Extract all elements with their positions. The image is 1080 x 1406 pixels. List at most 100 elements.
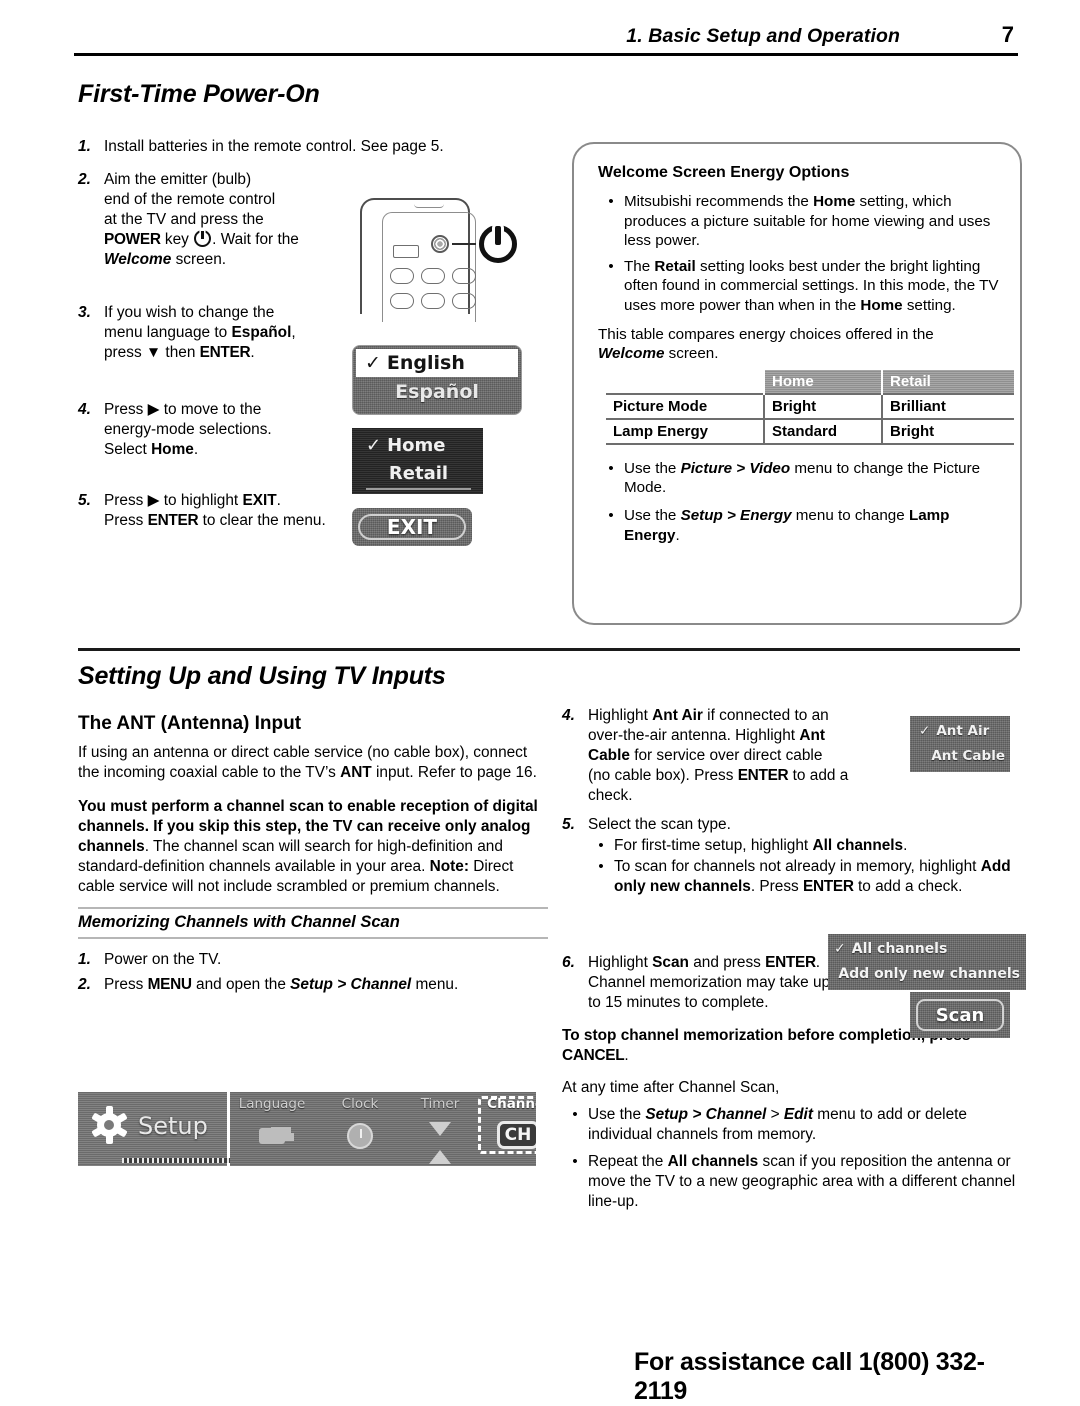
remote-key-round	[421, 293, 445, 309]
scan-type-menu-screenshot[interactable]: ✓ All channels Add only new channels	[828, 934, 1026, 990]
list-item: 1. Power on the TV.	[78, 950, 548, 970]
check-icon: ✓	[365, 352, 381, 374]
remote-key-rectangular	[393, 245, 419, 258]
step-number: 6.	[562, 954, 575, 972]
energy-comparison-table: Home Retail Picture Mode Bright Brillian…	[606, 369, 1014, 445]
check-icon: ✓	[834, 941, 846, 957]
power-icon	[194, 230, 212, 248]
section-title-first-time-power-on: First-Time Power-On	[78, 80, 320, 108]
language-menu-screenshot[interactable]: ✓ English Español	[352, 345, 522, 415]
power-icon	[476, 222, 520, 266]
section-title-setting-up-tv-inputs: Setting Up and Using TV Inputs	[78, 662, 446, 690]
setup-menu-item-timer[interactable]: Timer	[398, 1096, 482, 1164]
callout-leader-line	[452, 243, 476, 245]
step-number: 4.	[78, 401, 91, 419]
step-number: 3.	[78, 304, 91, 322]
bullet-icon: •	[608, 193, 614, 210]
language-option[interactable]: Español	[357, 376, 517, 406]
setup-menu-screenshot[interactable]: Setup Language Clock Timer Channel CH	[78, 1092, 536, 1166]
step-text: Install batteries in the remote control.…	[104, 138, 444, 155]
language-option-label: English	[386, 352, 465, 374]
antenna-option-label: Ant Air	[936, 723, 990, 739]
table-row: Picture Mode Bright Brilliant	[606, 392, 1014, 419]
setup-menu-title-panel: Setup	[78, 1092, 230, 1166]
energy-option-selected[interactable]: ✓ Home	[360, 432, 477, 460]
energy-box-tail-bullets: • Use the Picture > Video menu to change…	[598, 459, 1000, 545]
bullet-text: Use the Setup > Channel > Edit menu to a…	[588, 1106, 967, 1144]
setup-menu-item-channel[interactable]: Channel CH	[478, 1096, 536, 1154]
remote-key-round	[390, 268, 414, 284]
scan-button-label: Scan	[916, 999, 1004, 1031]
list-item: • Repeat the All channels scan if you re…	[562, 1152, 1024, 1212]
channel-scan-warning: You must perform a channel scan to enabl…	[78, 798, 538, 896]
check-icon: ✓	[366, 435, 382, 456]
bullet-icon: •	[608, 257, 614, 275]
bullet-icon: •	[572, 1153, 578, 1171]
clock-icon	[318, 1120, 402, 1154]
bullet-text: Repeat the All channels scan if you repo…	[588, 1153, 1016, 1211]
step-text: Press MENU and open the Setup > Channel …	[104, 976, 459, 994]
step-number: 2.	[78, 171, 91, 189]
step-text: Select the scan type.	[588, 816, 731, 834]
bullet-icon: •	[608, 459, 614, 477]
setup-menu-item-language[interactable]: Language	[226, 1096, 318, 1154]
subheading-ant-input: The ANT (Antenna) Input	[78, 713, 302, 734]
menu-item-label: Language	[238, 1096, 306, 1112]
step-number: 1.	[78, 138, 91, 155]
scan-type-option-selected[interactable]: ✓ All channels	[832, 937, 1022, 962]
table-header-cell: Home	[763, 369, 882, 394]
list-item: • To scan for channels not already in me…	[588, 857, 1024, 897]
table-cell: Bright	[763, 392, 882, 419]
table-cell: Picture Mode	[606, 392, 764, 419]
energy-mode-menu-screenshot[interactable]: ✓ Home Retail	[352, 428, 483, 494]
bullet-text: For first-time setup, highlight All chan…	[614, 837, 908, 855]
setup-menu-title: Setup	[138, 1112, 208, 1140]
bullet-text: Use the Picture > Video menu to change t…	[624, 459, 981, 497]
document-page: 1. Basic Setup and Operation 7 First-Tim…	[0, 0, 1080, 1405]
language-option-selected[interactable]: ✓ English	[357, 350, 517, 376]
bullet-icon: •	[598, 858, 604, 876]
list-item: 5. Select the scan type.	[562, 815, 1024, 835]
menu-item-label: Clock	[341, 1096, 379, 1112]
memorizing-channels-heading: Memorizing Channels with Channel Scan	[78, 913, 400, 932]
remote-key-round	[452, 268, 476, 284]
selection-highlight	[478, 1096, 536, 1154]
step-number: 1.	[78, 951, 91, 969]
energy-box-intro: This table compares energy choices offer…	[598, 325, 934, 363]
welcome-screen-energy-options-box: Welcome Screen Energy Options • Mitsubis…	[572, 142, 1022, 625]
scan-button-screenshot[interactable]: Scan	[910, 992, 1010, 1038]
step-number: 5.	[562, 816, 575, 834]
energy-box-bullets: • Mitsubishi recommends the Home setting…	[598, 192, 1000, 316]
list-item: • Use the Picture > Video menu to change…	[598, 459, 1000, 498]
setup-menu-item-clock[interactable]: Clock	[318, 1096, 402, 1154]
antenna-option-selected[interactable]: ✓ Ant Air	[915, 719, 1005, 744]
menu-underline	[366, 488, 471, 490]
remote-body	[360, 198, 476, 322]
energy-option-label: Home	[387, 435, 446, 456]
check-icon: ✓	[919, 723, 931, 739]
bullet-icon: •	[598, 837, 604, 855]
energy-option-label: Retail	[388, 463, 449, 484]
remote-key-round	[421, 268, 445, 284]
table-header-cell: Retail	[881, 369, 1014, 394]
scan-type-option[interactable]: Add only new channels	[832, 962, 1022, 987]
list-item: • Mitsubishi recommends the Home setting…	[598, 192, 1000, 251]
energy-box-heading: Welcome Screen Energy Options	[598, 164, 850, 181]
language-option-label: Español	[395, 381, 479, 403]
energy-option[interactable]: Retail	[360, 460, 477, 488]
bullet-text: Mitsubishi recommends the Home setting, …	[624, 193, 991, 250]
table-header-cell	[606, 370, 764, 394]
table-cell: Brilliant	[881, 392, 1014, 419]
antenna-source-menu-screenshot[interactable]: ✓ Ant Air Ant Cable	[910, 716, 1010, 772]
list-item: • For first-time setup, highlight All ch…	[588, 836, 1024, 856]
bullet-text: Use the Setup > Energy menu to change La…	[624, 507, 950, 544]
exit-button-screenshot[interactable]: EXIT	[352, 508, 472, 546]
antenna-option[interactable]: Ant Cable	[915, 744, 1005, 769]
remote-notch	[414, 204, 444, 208]
step-number: 4.	[562, 707, 575, 724]
table-cell: Standard	[763, 417, 882, 445]
table-cell: Bright	[881, 417, 1014, 445]
scan-type-option-label: All channels	[851, 941, 948, 957]
remote-key-round	[390, 293, 414, 309]
setup-menu-underline	[122, 1158, 230, 1163]
